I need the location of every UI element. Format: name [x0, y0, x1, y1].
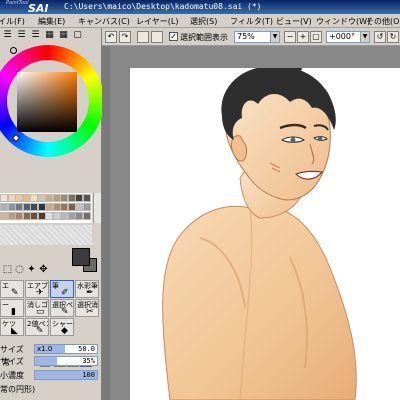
watercolor-icon: ✒ [86, 288, 94, 298]
pencil-icon: ✎ [11, 288, 19, 298]
invert-selection-icon[interactable] [151, 31, 163, 43]
brush-icon: ✐ [61, 288, 69, 298]
swatch-palette[interactable] [0, 193, 92, 223]
min-size-row: サイズ 35% [0, 356, 100, 366]
marker-icon: ▮ [11, 307, 16, 317]
color-swatch[interactable] [82, 194, 91, 202]
tool-button[interactable]: 選択ペン✎ [50, 299, 74, 317]
color-wheel-mode-icon[interactable]: ☰ [2, 30, 13, 41]
size-row: サイズ x1.0 50.0 [0, 344, 100, 354]
menu-select[interactable]: 選択(S) [190, 16, 217, 27]
redo-icon[interactable]: ↷ [119, 31, 131, 43]
rotate-left-icon[interactable]: ↺ [374, 31, 386, 43]
zoom-in-icon[interactable]: + [297, 31, 309, 43]
density-value: 100 [82, 371, 95, 379]
menu-edit[interactable]: 編集(E) [38, 16, 65, 27]
size-label: サイズ [0, 345, 24, 354]
zoom-select[interactable]: 75% ▼ [234, 31, 280, 43]
menu-view[interactable]: ビュー(V) [276, 16, 312, 27]
app-logo: SAI [28, 2, 49, 14]
min-size-value: 35% [82, 357, 95, 365]
tool-button[interactable]: 2値ペン✎ [25, 318, 49, 336]
sharpen-icon: ◆ [61, 326, 68, 336]
undo-icon[interactable]: ↶ [105, 31, 117, 43]
selpen-icon: ✎ [61, 307, 69, 317]
tool-button[interactable]: 水彩筆 ✒ [75, 280, 99, 298]
canvas-paper[interactable] [130, 60, 400, 400]
title-bar: PaintTool SAI C:\Users\maico\Desktop\kad… [0, 0, 400, 14]
rotation-select[interactable]: +000° ▼ [326, 31, 370, 43]
density-slider[interactable]: 100 [34, 370, 98, 380]
menu-canvas[interactable]: キャンバス(C) [78, 16, 130, 27]
min-size-slider[interactable]: 35% [34, 356, 98, 366]
zoom-tool-icon[interactable] [4, 266, 15, 277]
window-title: C:\Users\maico\Desktop\kadomatu08.sai (*… [64, 2, 262, 11]
zoom-value: 75% [237, 32, 255, 41]
canvas-left-border [102, 46, 110, 400]
hsv-slider-mode-icon[interactable]: ☰ [30, 30, 41, 41]
size-multiplier[interactable]: x1.0 [37, 345, 52, 353]
canvas-area[interactable] [102, 46, 400, 400]
tool-button[interactable]: エ ✎ [0, 280, 24, 298]
density-row: 小濃度 100 [0, 370, 100, 380]
menu-filter[interactable]: フィルタ(T) [230, 16, 273, 27]
swatch-mode-icon[interactable]: ▦ [58, 30, 69, 41]
magic-wand-icon[interactable]: ✦ [26, 264, 37, 275]
mixer-mode-icon[interactable]: ▦ [44, 30, 55, 41]
zoom-reset-icon[interactable]: ▢ [310, 31, 322, 43]
menu-bar: イル(F) 編集(E) キャンバス(C) レイヤー(L) 選択(S) フィルタ(… [0, 14, 400, 28]
chevron-down-icon: ▼ [270, 32, 279, 42]
brush-shape-row: 常の円形) [0, 384, 100, 394]
menu-window[interactable]: ウィンドウ(W) [316, 16, 370, 27]
rgb-slider-mode-icon[interactable]: ☰ [16, 30, 27, 41]
tool-button[interactable]: ケツ ◣ [0, 318, 24, 336]
tool-label: 筆 [52, 282, 59, 290]
artwork-illustration [162, 60, 357, 400]
min-size-label: サイズ [0, 357, 24, 366]
left-panel: ☰ ☰ ☰ ▦ ▦ ▢ ⬚ ◌ ✦ ✥ エ✎エアブラシ✈筆✐水彩筆✒ー▮消しゴム… [0, 28, 104, 400]
foreground-color-swatch[interactable] [72, 248, 90, 266]
move-tool-icon[interactable]: ✥ [38, 264, 49, 275]
scratch-palette[interactable] [0, 225, 92, 245]
chevron-down-icon: ▼ [360, 32, 369, 42]
airbrush-icon: ✈ [36, 288, 44, 298]
color-swatch[interactable] [82, 212, 91, 220]
scratchpad-mode-icon[interactable]: ▢ [72, 30, 83, 41]
palette-scrollbar[interactable] [93, 193, 101, 223]
lasso-tool-icon[interactable]: ◌ [14, 264, 25, 275]
rotation-value: +000° [329, 32, 355, 41]
zoom-out-icon[interactable]: − [284, 31, 296, 43]
tool-button[interactable]: エアブラシ✈ [25, 280, 49, 298]
tool-label: エ [2, 282, 9, 290]
brush-shape-value[interactable]: 常の円形) [0, 384, 35, 395]
deselect-icon[interactable] [137, 31, 149, 43]
tool-grid: エ✎エアブラシ✈筆✐水彩筆✒ー▮消しゴム▭選択ペン✎選択消し✂ケツ◣2値ペン✎シ… [0, 280, 100, 338]
tool-button[interactable]: ー ▮ [0, 299, 24, 317]
tool-button[interactable]: 消しゴム▭ [25, 299, 49, 317]
size-value: 50.0 [78, 345, 95, 353]
bucket-icon: ◣ [11, 326, 18, 336]
app-logo-small: PaintTool [6, 0, 29, 6]
menu-file[interactable]: イル(F) [0, 16, 25, 27]
hue-marker-icon[interactable] [10, 47, 17, 54]
selection-display-label: 選択範囲表示 [180, 33, 228, 42]
tool-button[interactable]: 筆 ✐ [50, 280, 74, 298]
menu-other[interactable]: その他(O) [366, 16, 400, 27]
rotate-right-icon[interactable]: ↻ [387, 31, 399, 43]
tool-button[interactable]: 選択消し✂ [75, 299, 99, 317]
selerase-icon: ✂ [86, 307, 94, 317]
menu-layer[interactable]: レイヤー(L) [136, 16, 178, 27]
tool-label: ー [2, 301, 9, 309]
color-swatch[interactable] [82, 203, 91, 211]
binary-pen-icon: ✎ [36, 326, 44, 336]
saturation-value-square[interactable] [17, 72, 77, 132]
eraser-icon: ▭ [36, 307, 45, 317]
density-label: 小濃度 [0, 371, 24, 380]
tool-button[interactable]: シャープ◆ [50, 318, 74, 336]
selection-display-checkbox[interactable]: ✓ [169, 32, 178, 41]
canvas-toolbar: ↶ ↷ ✓ 選択範囲表示 75% ▼ − + ▢ +000° ▼ ↺ ↻ [102, 28, 400, 46]
size-slider[interactable]: x1.0 50.0 [34, 344, 98, 354]
